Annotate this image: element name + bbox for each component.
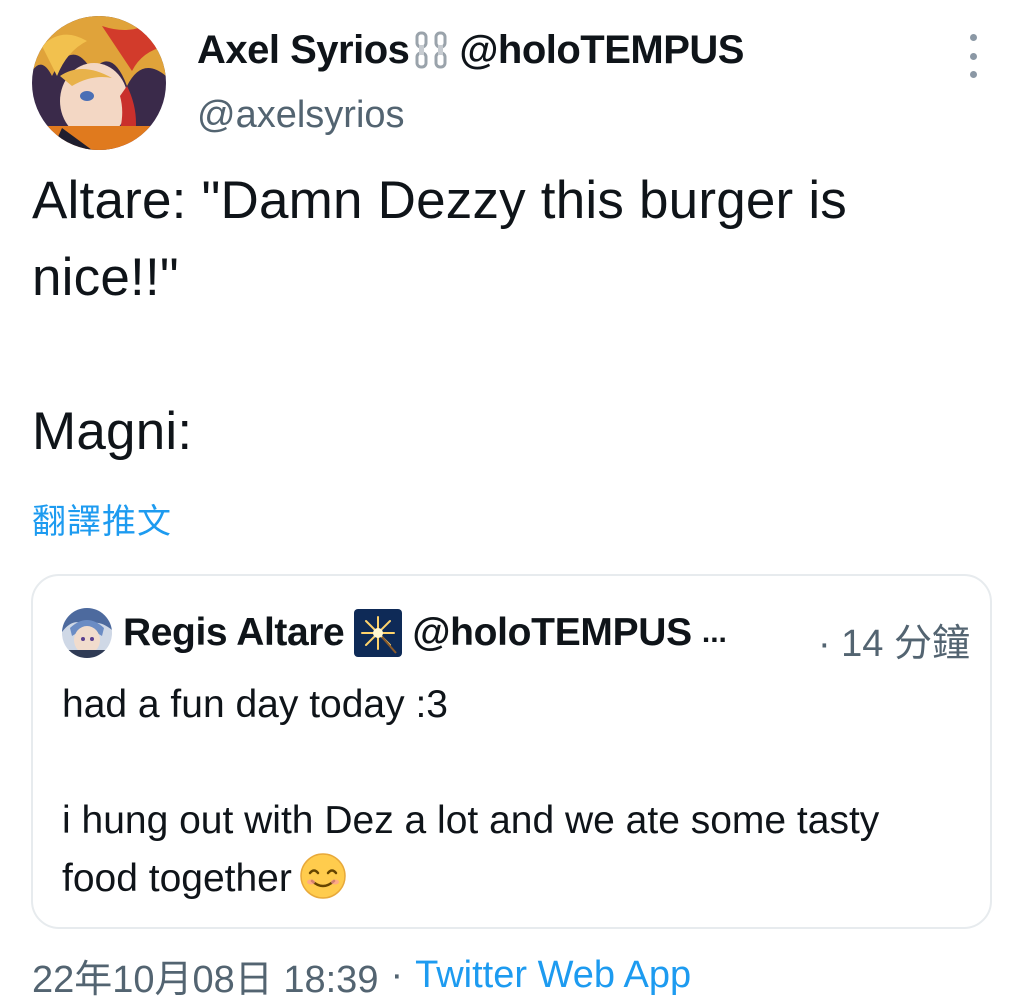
quoted-author-ellipsis: ... — [701, 616, 727, 649]
quoted-author-affiliation: @holoTEMPUS — [412, 611, 692, 654]
translate-link[interactable]: 翻譯推文 — [32, 494, 172, 543]
author-name[interactable]: Axel Syrios @holoTEMPUS — [197, 28, 744, 73]
quoted-tweet-text-content: had a fun day today :3 i hung out with D… — [62, 683, 880, 900]
chain-icon — [411, 29, 455, 73]
sparkler-icon — [354, 609, 403, 657]
regis-avatar — [62, 608, 112, 658]
meta-separator: · — [390, 954, 404, 996]
quoted-tweet-card[interactable]: Regis Altare @holoTEMPUS ... · 14 分鐘 had… — [31, 574, 992, 929]
tweet-timestamp[interactable]: 22年10月08日 18:39 — [32, 948, 378, 1003]
author-handle[interactable]: @axelsyrios — [197, 94, 405, 137]
more-dot — [969, 34, 977, 41]
author-display-name: Axel Syrios — [197, 28, 410, 72]
more-vertical-icon[interactable] — [955, 34, 991, 78]
tweet-meta: 22年10月08日 18:39 · Twitter Web App — [32, 948, 691, 1003]
quoted-tweet-time: · 14 分鐘 — [817, 623, 970, 665]
smiling-face-icon — [298, 851, 348, 901]
tweet-text: Altare: "Damn Dezzy this burger is nice!… — [32, 171, 847, 461]
quoted-tweet-header: Regis Altare @holoTEMPUS ... — [62, 604, 727, 662]
quoted-author-name: Regis Altare — [123, 611, 345, 654]
quoted-tweet-text: had a fun day today :3 i hung out with D… — [62, 676, 962, 908]
tweet-source-link[interactable]: Twitter Web App — [415, 954, 691, 997]
more-dot — [969, 71, 977, 78]
more-dot — [969, 52, 977, 60]
author-affiliation: @holoTEMPUS — [459, 28, 744, 72]
author-avatar[interactable] — [32, 16, 166, 150]
axel-avatar-image — [32, 16, 166, 150]
